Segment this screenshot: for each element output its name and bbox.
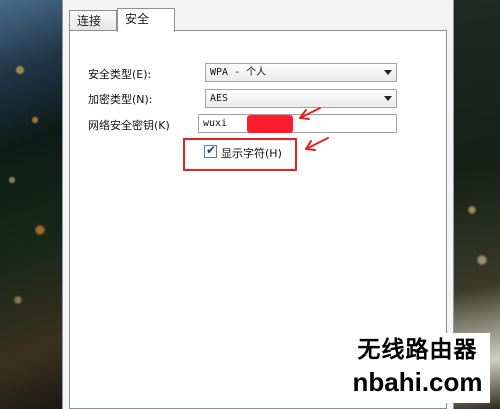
watermark-title: 无线路由器: [357, 336, 478, 363]
watermark-url: nbahi.com: [352, 367, 483, 397]
site-watermark: 无线路由器 nbahi.com: [345, 333, 490, 403]
tab-security[interactable]: 安全: [117, 8, 175, 32]
